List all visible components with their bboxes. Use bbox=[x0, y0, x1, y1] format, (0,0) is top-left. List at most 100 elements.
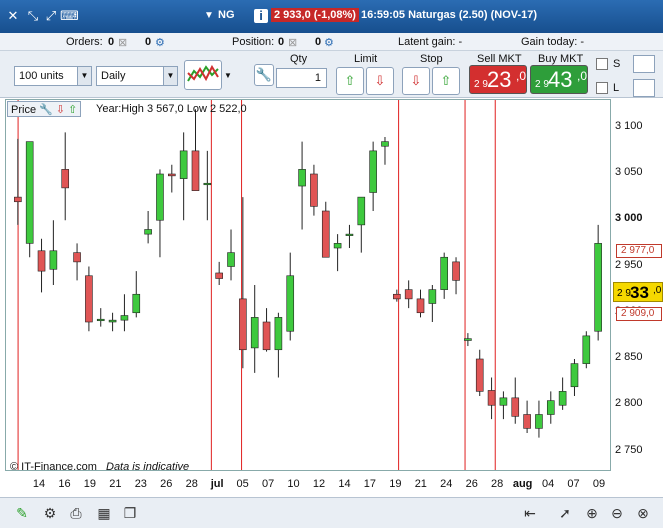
orders-close-icon[interactable]: ⊠ bbox=[118, 36, 127, 49]
current-price-decimal: ,0 bbox=[653, 285, 662, 296]
wrench-icon[interactable]: 🔧 bbox=[39, 104, 53, 116]
orders-settings-icon[interactable]: ⚙ bbox=[155, 36, 165, 49]
candle-body bbox=[108, 319, 117, 323]
stop-sell-button[interactable]: ⇧ bbox=[432, 67, 460, 95]
buy-price-decimal: ,0 bbox=[577, 69, 588, 83]
y-tick-label: 2 950 bbox=[615, 258, 643, 271]
copy-icon[interactable]: ❐ bbox=[120, 503, 140, 523]
chevron-down-icon[interactable]: ▼ bbox=[163, 67, 177, 85]
candle bbox=[582, 331, 591, 369]
price-chart[interactable] bbox=[5, 99, 611, 471]
candle-body bbox=[357, 196, 366, 226]
l-label: L bbox=[613, 82, 620, 94]
limit-buy-button[interactable]: ⇧ bbox=[336, 67, 364, 95]
candle-body bbox=[85, 275, 93, 323]
limit-sell-icon: ⇩ bbox=[374, 73, 386, 88]
s-label: S bbox=[613, 58, 621, 70]
l-checkbox[interactable] bbox=[596, 82, 608, 94]
candle-body bbox=[156, 173, 164, 221]
candle bbox=[570, 359, 579, 396]
price-up-icon[interactable]: ⇧ bbox=[68, 104, 77, 116]
candle bbox=[523, 400, 531, 433]
dropdown-arrow-icon[interactable]: ▼ bbox=[202, 9, 216, 23]
candle bbox=[511, 377, 520, 424]
wrench-icon: 🔧 bbox=[255, 67, 273, 82]
candle bbox=[428, 285, 437, 322]
stop-buy-button[interactable]: ⇩ bbox=[402, 67, 430, 95]
sell-mkt-button[interactable]: 2 9 23 ,0 bbox=[469, 65, 527, 94]
bottom-toolbar: ✎ ⚙ ⎙ ▦ ❐ ⇤ ➚ ⊕ ⊖ ⊗ bbox=[0, 497, 663, 528]
candle-body bbox=[262, 321, 271, 351]
candle bbox=[357, 196, 366, 253]
latent-gain-label: Latent gain: - bbox=[398, 36, 463, 48]
candle bbox=[310, 164, 318, 216]
candle-body bbox=[37, 250, 46, 272]
zoom-fit-icon[interactable]: ⊗ bbox=[633, 503, 653, 523]
candle-body bbox=[428, 289, 437, 304]
close-icon[interactable]: ✕ bbox=[6, 9, 20, 23]
candle bbox=[381, 137, 389, 165]
qty-label: Qty bbox=[290, 53, 308, 65]
candle-body bbox=[191, 150, 200, 191]
draw-tool-icon[interactable]: ✎ bbox=[12, 503, 32, 523]
candle bbox=[191, 109, 200, 191]
candle-body bbox=[381, 141, 389, 147]
price-down-icon[interactable]: ⇩ bbox=[56, 104, 65, 116]
pointer-icon[interactable]: ➚ bbox=[555, 503, 575, 523]
period-select[interactable]: Daily ▼ bbox=[96, 66, 178, 86]
position-settings-icon[interactable]: ⚙ bbox=[324, 36, 334, 49]
keyboard-icon[interactable]: ⌨ bbox=[60, 9, 79, 23]
buy-mkt-button[interactable]: 2 9 43 ,0 bbox=[530, 65, 588, 94]
x-tick-label: 21 bbox=[109, 478, 122, 490]
position-close-icon[interactable]: ⊠ bbox=[288, 36, 297, 49]
x-tick-label: 07 bbox=[261, 478, 275, 490]
candle bbox=[144, 211, 152, 244]
candle-body bbox=[144, 229, 152, 235]
limit-sell-button[interactable]: ⇩ bbox=[366, 67, 394, 95]
copyright-text: © IT-Finance.com bbox=[10, 461, 97, 473]
candle-body bbox=[215, 272, 223, 279]
wrench-button[interactable]: 🔧 bbox=[254, 64, 274, 86]
limit-label: Limit bbox=[354, 53, 378, 65]
zoom-out-icon[interactable]: ⊖ bbox=[607, 503, 627, 523]
candle-body bbox=[25, 141, 34, 244]
candle bbox=[452, 257, 460, 295]
y-tick-label: 2 800 bbox=[615, 397, 643, 410]
x-tick-label: 04 bbox=[541, 478, 555, 490]
chart-settings-icon[interactable]: ⚙ bbox=[40, 503, 60, 523]
units-select[interactable]: 100 units ▼ bbox=[14, 66, 92, 86]
candle bbox=[345, 224, 354, 248]
candle-body bbox=[523, 414, 531, 429]
info-icon[interactable]: i bbox=[254, 9, 268, 23]
candle bbox=[298, 141, 306, 230]
year-high-low: Year:High 3 567,0 Low 2 522,0 bbox=[96, 103, 247, 115]
candlestick-chart[interactable] bbox=[6, 100, 610, 470]
s-spinbox[interactable] bbox=[633, 55, 655, 73]
sell-price-decimal: ,0 bbox=[516, 69, 527, 83]
chart-indicators-icon bbox=[187, 64, 219, 82]
l-spinbox[interactable] bbox=[633, 79, 655, 97]
candle bbox=[558, 377, 567, 410]
indicators-button[interactable] bbox=[184, 60, 222, 90]
fullscreen-icon[interactable]: ⤢ bbox=[44, 9, 58, 23]
candle bbox=[227, 229, 235, 281]
resize-icon[interactable]: ⤡ bbox=[26, 9, 40, 23]
candle bbox=[239, 197, 247, 369]
s-checkbox[interactable] bbox=[596, 58, 608, 70]
indicative-text: Data is indicative bbox=[106, 461, 190, 473]
scroll-left-icon[interactable]: ⇤ bbox=[520, 503, 540, 523]
candle-body bbox=[345, 233, 354, 236]
chevron-down-icon[interactable]: ▼ bbox=[77, 67, 91, 85]
x-tick-label: 12 bbox=[312, 478, 326, 490]
gain-today-label: Gain today: - bbox=[521, 36, 584, 48]
candle-body bbox=[393, 293, 401, 300]
print-icon[interactable]: ⎙ bbox=[66, 503, 86, 523]
instrument-name[interactable]: NG bbox=[218, 9, 235, 21]
indicators-dropdown-icon[interactable]: ▼ bbox=[224, 71, 232, 80]
x-tick-label: 05 bbox=[236, 478, 249, 490]
zoom-in-icon[interactable]: ⊕ bbox=[582, 503, 602, 523]
qty-input[interactable]: 1 bbox=[276, 68, 327, 88]
candle bbox=[594, 224, 602, 341]
grid-icon[interactable]: ▦ bbox=[94, 503, 114, 523]
current-price-main: 33 bbox=[630, 283, 649, 302]
